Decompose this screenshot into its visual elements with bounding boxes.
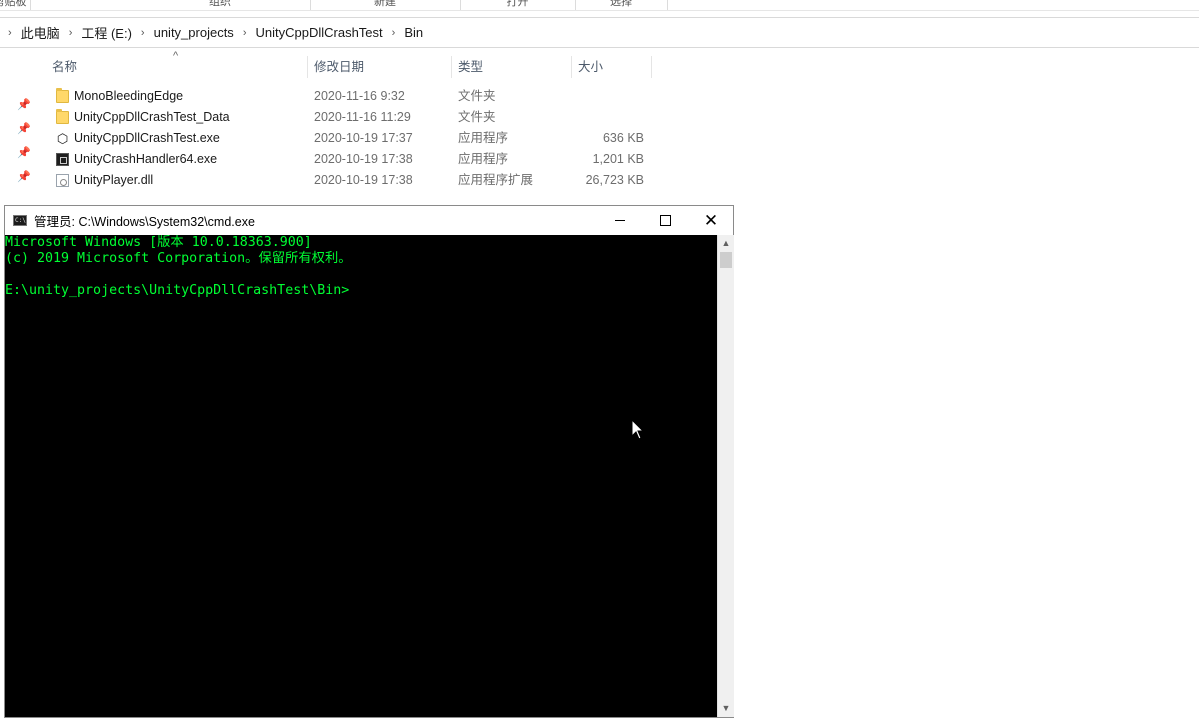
breadcrumb-project[interactable]: UnityCppDllCrashTest [255, 25, 382, 40]
pin-icon[interactable]: 📌 [17, 170, 31, 183]
list-item[interactable]: UnityCppDllCrashTest_Data 2020-11-16 11:… [46, 107, 666, 128]
ribbon-strip: 剪贴板 组织 新建 打开 选择 [0, 0, 1199, 11]
maximize-button[interactable] [642, 206, 688, 235]
file-list: ^ 名称 修改日期 类型 大小 MonoBleedingEdge 2020-11… [46, 50, 666, 191]
close-button[interactable]: ✕ [688, 206, 734, 235]
address-bar[interactable]: › 此电脑 › 工程 (E:) › unity_projects › Unity… [0, 17, 1199, 48]
close-icon: ✕ [703, 210, 719, 230]
column-header-date[interactable]: 修改日期 [308, 56, 452, 78]
crash-handler-icon [56, 153, 69, 166]
ribbon-group-organize[interactable]: 组织 [130, 0, 311, 10]
cmd-window[interactable]: C:\ 管理员: C:\Windows\System32\cmd.exe ✕ M… [4, 205, 734, 718]
folder-icon [56, 109, 69, 124]
breadcrumb-bin[interactable]: Bin [404, 25, 423, 40]
column-header-row: ^ 名称 修改日期 类型 大小 [46, 50, 666, 78]
chevron-right-icon[interactable]: › [141, 27, 145, 39]
file-name: MonoBleedingEdge [74, 89, 184, 103]
cmd-window-title: 管理员: C:\Windows\System32\cmd.exe [34, 215, 255, 229]
unity-icon: ⬡ [56, 131, 69, 146]
file-date: 2020-10-19 17:37 [314, 131, 413, 145]
chevron-right-icon[interactable]: › [243, 27, 247, 39]
list-item[interactable]: ⬡ UnityCppDllCrashTest.exe 2020-10-19 17… [46, 128, 666, 149]
console-line: (c) 2019 Microsoft Corporation。保留所有权利。 [5, 251, 352, 266]
cmd-title-bar[interactable]: C:\ 管理员: C:\Windows\System32\cmd.exe ✕ [5, 206, 733, 235]
list-item[interactable]: UnityPlayer.dll 2020-10-19 17:38 应用程序扩展 … [46, 170, 666, 191]
breadcrumb-drive-e[interactable]: 工程 (E:) [81, 23, 132, 42]
console-output[interactable]: Microsoft Windows [版本 10.0.18363.900] (c… [5, 235, 717, 717]
file-type: 文件夹 [458, 110, 496, 124]
file-date: 2020-11-16 11:29 [314, 110, 411, 124]
file-date: 2020-10-19 17:38 [314, 173, 413, 187]
console-line: Microsoft Windows [版本 10.0.18363.900] [5, 235, 312, 250]
breadcrumb-unity-projects[interactable]: unity_projects [154, 25, 234, 40]
file-type: 应用程序 [458, 131, 509, 145]
mouse-pointer-icon [631, 419, 645, 440]
folder-icon [56, 88, 69, 103]
chevron-right-icon[interactable]: › [69, 27, 73, 39]
file-name: UnityCppDllCrashTest_Data [74, 110, 230, 124]
file-size: 636 KB [602, 131, 644, 145]
column-header-size[interactable]: 大小 [572, 56, 652, 78]
file-type: 应用程序扩展 [458, 173, 534, 187]
dll-icon [56, 174, 69, 187]
minimize-button[interactable] [597, 206, 643, 235]
ribbon-group-new[interactable]: 新建 [310, 0, 461, 10]
cmd-app-icon[interactable]: C:\ [13, 215, 27, 226]
pin-icon[interactable]: 📌 [17, 98, 31, 111]
breadcrumb-this-pc[interactable]: 此电脑 [21, 23, 60, 42]
file-name: UnityCppDllCrashTest.exe [74, 131, 220, 145]
file-size [536, 107, 644, 128]
pin-icon[interactable]: 📌 [17, 122, 31, 135]
file-date: 2020-10-19 17:38 [314, 152, 413, 166]
chevron-right-icon[interactable]: › [392, 27, 396, 39]
pin-icon[interactable]: 📌 [17, 146, 31, 159]
file-size [536, 86, 644, 107]
file-size: 1,201 KB [592, 152, 644, 166]
file-date: 2020-11-16 9:32 [314, 89, 405, 103]
chevron-right-icon[interactable]: › [8, 27, 12, 39]
navigation-pane: 📌 📌 📌 📌 [0, 48, 38, 208]
file-size: 26,723 KB [585, 173, 644, 187]
ribbon-group-clipboard[interactable]: 剪贴板 [0, 0, 31, 10]
maximize-icon [659, 215, 671, 226]
file-type: 应用程序 [458, 152, 509, 166]
list-item[interactable]: UnityCrashHandler64.exe 2020-10-19 17:38… [46, 149, 666, 170]
ribbon-group-open[interactable]: 打开 [460, 0, 576, 10]
column-header-type[interactable]: 类型 [452, 56, 572, 78]
file-name: UnityPlayer.dll [74, 173, 154, 187]
scroll-up-arrow-icon[interactable]: ▲ [718, 235, 734, 252]
file-type: 文件夹 [458, 89, 496, 103]
file-name: UnityCrashHandler64.exe [74, 152, 218, 166]
minimize-icon [615, 220, 625, 221]
scroll-down-arrow-icon[interactable]: ▼ [718, 700, 734, 717]
console-prompt[interactable]: E:\unity_projects\UnityCppDllCrashTest\B… [5, 283, 717, 299]
column-header-name[interactable]: 名称 [46, 56, 308, 78]
list-item[interactable]: MonoBleedingEdge 2020-11-16 9:32 文件夹 [46, 86, 666, 107]
vertical-scrollbar[interactable]: ▲ ▼ [717, 235, 734, 717]
scroll-thumb[interactable] [720, 252, 732, 268]
ribbon-group-select[interactable]: 选择 [575, 0, 668, 10]
